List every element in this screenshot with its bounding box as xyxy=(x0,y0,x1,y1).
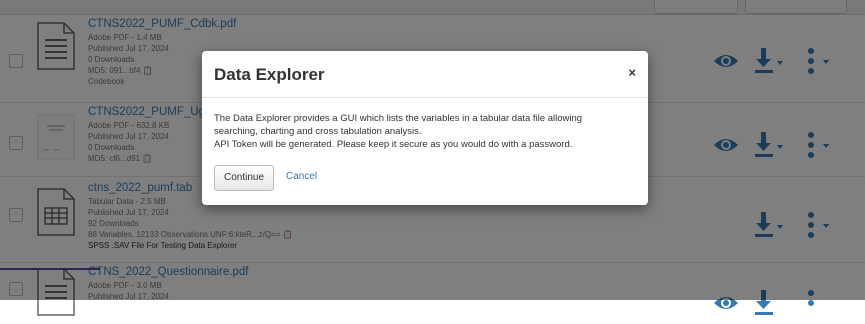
dialog-body: The Data Explorer provides a GUI which l… xyxy=(214,112,638,151)
data-explorer-dialog: Data Explorer × The Data Explorer provid… xyxy=(202,51,648,205)
dialog-token-notice: API Token will be generated. Please keep… xyxy=(214,139,573,150)
dialog-description-line: searching, charting and cross tabulation… xyxy=(214,126,422,137)
cancel-button[interactable]: Cancel xyxy=(286,165,317,189)
dialog-description-line: The Data Explorer provides a GUI which l… xyxy=(214,113,583,124)
close-icon[interactable]: × xyxy=(628,65,636,80)
dialog-header: Data Explorer × xyxy=(202,51,648,98)
dialog-title: Data Explorer xyxy=(214,65,325,84)
continue-button[interactable]: Continue xyxy=(214,165,274,191)
